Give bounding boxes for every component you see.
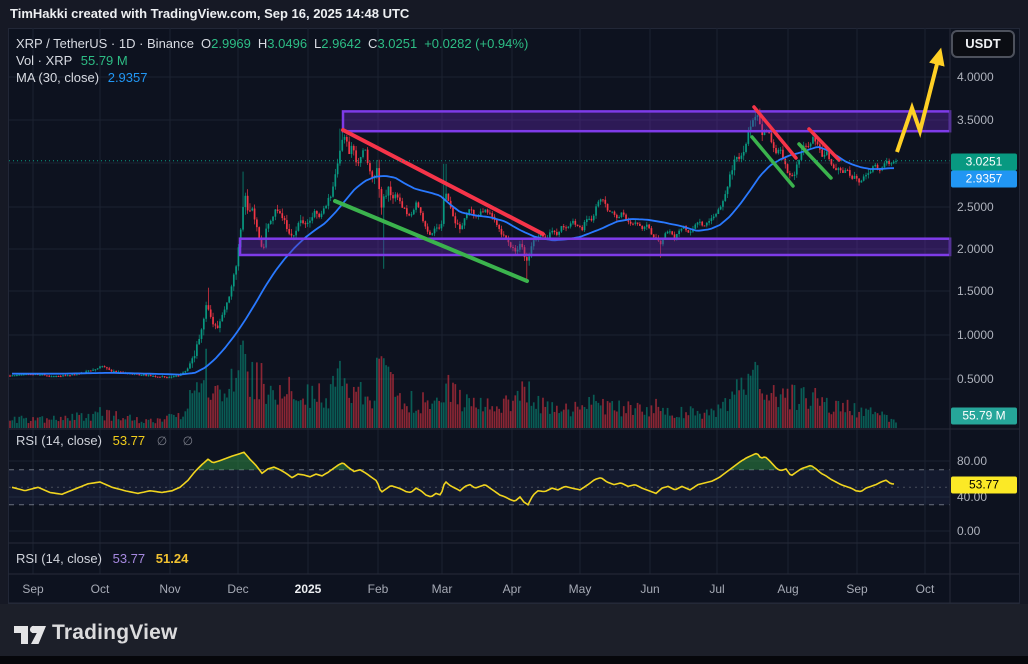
rsi2-value-1: 53.77	[113, 551, 146, 566]
rsi-tick-label: 80.00	[957, 454, 987, 468]
ohlc-values: O2.9969 H3.0496 L2.9642 C3.0251	[194, 36, 417, 51]
tradingview-logo-text[interactable]: TradingView	[52, 621, 178, 645]
currency-toggle-button[interactable]: USDT	[951, 30, 1015, 58]
price-badge: 2.9357	[951, 171, 1017, 188]
rsi2-value-2: 51.24	[156, 551, 189, 566]
price-tick-label: 2.5000	[957, 200, 994, 214]
ohlc-O: O2.9969	[201, 36, 251, 51]
tradingview-logo-icon[interactable]	[12, 619, 48, 649]
time-axis[interactable]	[8, 575, 950, 603]
price-tick-label: 1.5000	[957, 284, 994, 298]
price-tick-label: 4.0000	[957, 70, 994, 84]
price-tick-label: 0.5000	[957, 372, 994, 386]
ma-line	[12, 147, 894, 375]
price-badge: 53.77	[951, 477, 1017, 494]
price-zone	[343, 111, 950, 131]
symbol-title: XRP / TetherUS · 1D · Binance	[16, 36, 194, 51]
ma-legend[interactable]: MA (30, close) 2.9357	[16, 70, 147, 85]
price-tick-label: 1.0000	[957, 328, 994, 342]
volume-label: Vol · XRP	[16, 53, 72, 68]
volume-value: 55.79 M	[81, 53, 128, 68]
price-badge: 55.79 M	[951, 408, 1017, 425]
symbol-legend[interactable]: XRP / TetherUS · 1D · Binance O2.9969 H3.0…	[16, 36, 528, 51]
rsi-tick-label: 0.00	[957, 524, 980, 538]
price-badge: 3.0251	[951, 154, 1017, 171]
change-value: +0.0282 (+0.94%)	[424, 36, 528, 51]
hide-source-icon[interactable]: ∅ ∅	[157, 434, 199, 448]
ma-value: 2.9357	[108, 70, 148, 85]
volume-bars	[9, 341, 897, 428]
rsi-legend[interactable]: RSI (14, close) 53.77 ∅ ∅	[16, 433, 199, 448]
price-zone	[240, 239, 950, 255]
ohlc-C: C3.0251	[368, 36, 417, 51]
projection-arrow	[897, 60, 938, 152]
rsi2-legend[interactable]: RSI (14, close) 53.77 51.24	[16, 551, 188, 566]
rsi2-label: RSI (14, close)	[16, 551, 102, 566]
rsi-value: 53.77	[113, 433, 146, 448]
price-tick-label: 3.5000	[957, 113, 994, 127]
page-title: TimHakki created with TradingView.com, S…	[10, 6, 409, 21]
volume-legend[interactable]: Vol · XRP 55.79 M	[16, 53, 128, 68]
ohlc-L: L2.9642	[314, 36, 361, 51]
price-tick-label: 2.0000	[957, 242, 994, 256]
ohlc-H: H3.0496	[258, 36, 307, 51]
ma-label: MA (30, close)	[16, 70, 99, 85]
rsi-label: RSI (14, close)	[16, 433, 102, 448]
